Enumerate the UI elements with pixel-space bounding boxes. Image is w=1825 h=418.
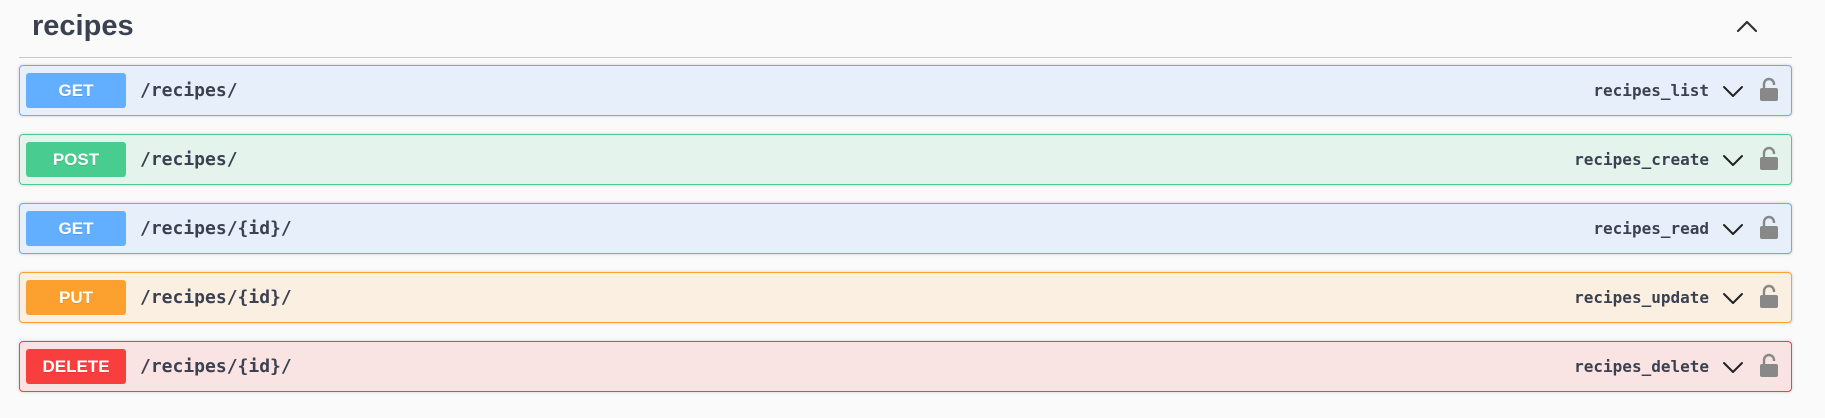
lock-icon[interactable]	[1759, 77, 1779, 103]
operation-recipes-list[interactable]: GET /recipes/ recipes_list	[19, 65, 1792, 116]
method-badge: DELETE	[26, 349, 126, 384]
chevron-down-icon[interactable]	[1721, 355, 1745, 379]
lock-icon[interactable]	[1759, 215, 1779, 241]
tag-header[interactable]: recipes	[19, 0, 1792, 58]
method-badge: POST	[26, 142, 126, 177]
operation-recipes-read[interactable]: GET /recipes/{id}/ recipes_read	[19, 203, 1792, 254]
method-badge: GET	[26, 211, 126, 246]
lock-icon[interactable]	[1759, 146, 1779, 172]
chevron-up-icon[interactable]	[1732, 12, 1762, 42]
operation-summary: recipes_create	[1574, 150, 1709, 169]
operation-recipes-create[interactable]: POST /recipes/ recipes_create	[19, 134, 1792, 185]
chevron-down-icon[interactable]	[1721, 148, 1745, 172]
operation-path: /recipes/{id}/	[140, 356, 292, 377]
operation-summary: recipes_list	[1593, 81, 1709, 100]
method-badge: GET	[26, 73, 126, 108]
operation-path: /recipes/{id}/	[140, 287, 292, 308]
operation-summary: recipes_read	[1593, 219, 1709, 238]
lock-icon[interactable]	[1759, 284, 1779, 310]
tag-title: recipes	[32, 10, 134, 42]
operation-summary: recipes_update	[1574, 288, 1709, 307]
operation-path: /recipes/	[140, 80, 238, 101]
operation-recipes-delete[interactable]: DELETE /recipes/{id}/ recipes_delete	[19, 341, 1792, 392]
chevron-down-icon[interactable]	[1721, 286, 1745, 310]
operation-summary: recipes_delete	[1574, 357, 1709, 376]
chevron-down-icon[interactable]	[1721, 79, 1745, 103]
recipes-tag-section: recipes GET /recipes/ recipes_list POST …	[0, 0, 1825, 418]
chevron-down-icon[interactable]	[1721, 217, 1745, 241]
method-badge: PUT	[26, 280, 126, 315]
operation-recipes-update[interactable]: PUT /recipes/{id}/ recipes_update	[19, 272, 1792, 323]
operation-path: /recipes/{id}/	[140, 218, 292, 239]
lock-icon[interactable]	[1759, 353, 1779, 379]
operation-path: /recipes/	[140, 149, 238, 170]
